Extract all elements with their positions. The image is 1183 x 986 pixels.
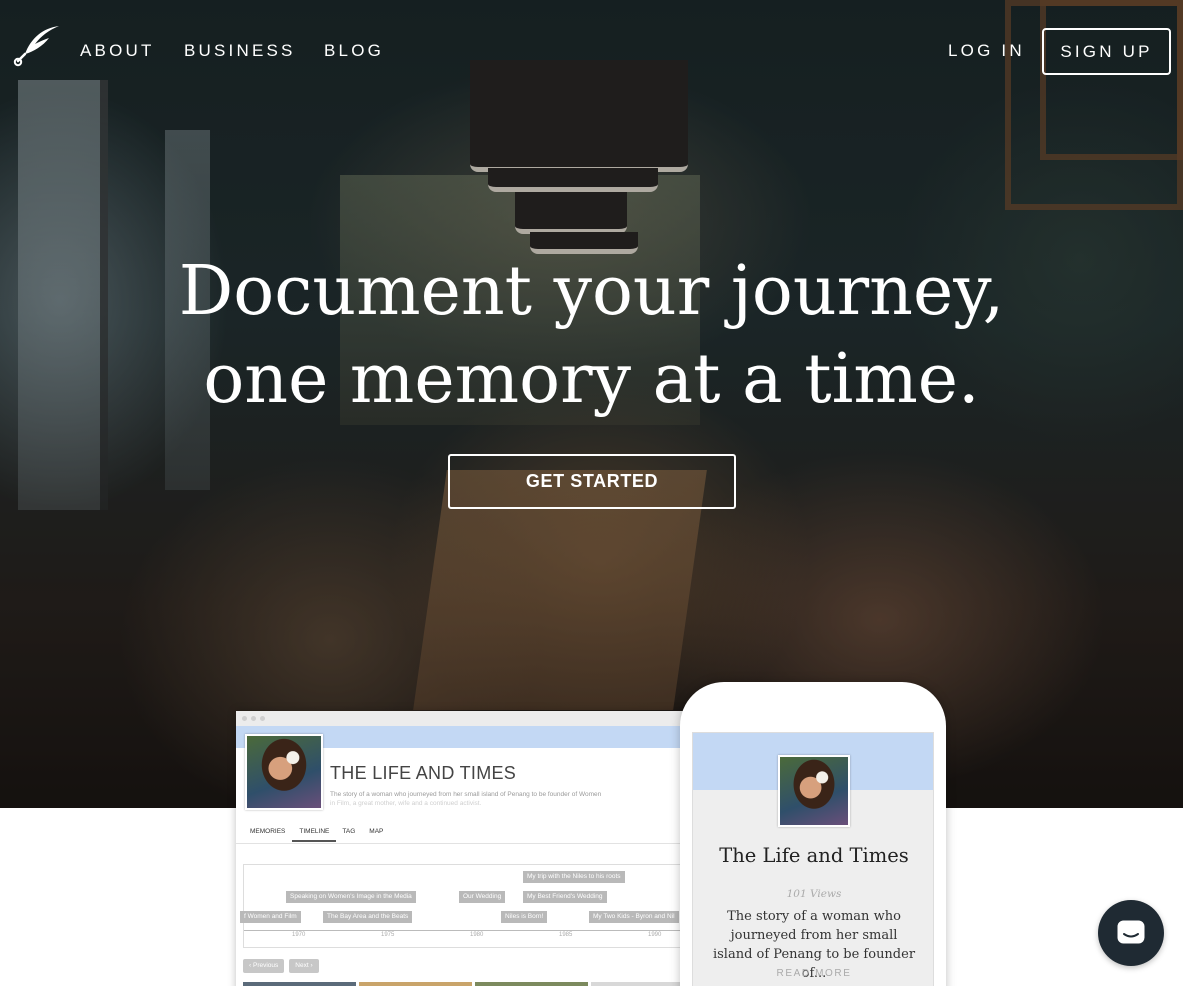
login-link[interactable]: LOG IN xyxy=(948,41,1025,61)
timeline-axis xyxy=(244,930,706,931)
tab-map[interactable]: MAP xyxy=(369,828,391,842)
feather-quill-icon[interactable] xyxy=(13,24,61,68)
memory-thumbnail[interactable] xyxy=(359,982,472,986)
tab-memories[interactable]: MEMORIES xyxy=(250,828,293,842)
nav-about-link[interactable]: ABOUT xyxy=(80,41,155,61)
get-started-button[interactable]: GET STARTED xyxy=(448,454,736,509)
tab-tag[interactable]: TAG xyxy=(342,828,363,842)
previous-label: Previous xyxy=(252,962,279,969)
window-dot xyxy=(260,716,265,721)
mobile-profile-avatar xyxy=(778,755,850,827)
window-dot xyxy=(251,716,256,721)
mobile-profile-title: The Life and Times xyxy=(719,844,909,867)
timeline-event[interactable]: My Two Kids - Byron and Nil xyxy=(589,911,679,923)
timeline-year: 1990 xyxy=(648,932,662,938)
mobile-view-count: 101 Views xyxy=(786,888,842,900)
previous-button[interactable]: ‹ Previous xyxy=(243,959,285,973)
memory-thumbnails xyxy=(243,982,704,986)
memory-thumbnail[interactable] xyxy=(475,982,588,986)
chat-launcher-button[interactable] xyxy=(1098,900,1164,966)
timeline-event[interactable]: My trip with the Niles to his roots xyxy=(523,871,625,883)
hero-headline: Document your journey, one memory at a t… xyxy=(0,248,1183,424)
mobile-preview: The Life and Times 101 Views The story o… xyxy=(680,682,946,986)
timeline-event[interactable]: Our Wedding xyxy=(459,891,506,903)
tabs-divider xyxy=(236,843,706,844)
profile-description-line-1: The story of a woman who journeyed from … xyxy=(330,791,602,798)
hero-headline-line-1: Document your journey, xyxy=(178,252,1005,331)
signup-button[interactable]: SIGN UP xyxy=(1042,28,1171,75)
read-more-link[interactable]: READ MORE xyxy=(693,968,935,979)
timeline-year: 1985 xyxy=(559,932,573,938)
timeline-pager: ‹ Previous Next › xyxy=(243,959,319,973)
memory-thumbnail[interactable] xyxy=(243,982,356,986)
timeline-chart: My trip with the Niles to his roots Spea… xyxy=(240,864,706,948)
nav-business-link[interactable]: BUSINESS xyxy=(184,41,296,61)
mobile-screen: The Life and Times 101 Views The story o… xyxy=(692,732,934,986)
profile-description-line-2: in Film, a great mother, wife and a cont… xyxy=(330,800,482,807)
window-dot xyxy=(242,716,247,721)
nav-blog-link[interactable]: BLOG xyxy=(324,41,384,61)
timeline-year: 1975 xyxy=(381,932,395,938)
timeline-event[interactable]: Speaking on Women's Image in the Media xyxy=(286,891,416,903)
tab-timeline[interactable]: TIMELINE xyxy=(292,828,337,842)
next-label: Next xyxy=(295,962,309,969)
desktop-preview: THE LIFE AND TIMES The story of a woman … xyxy=(236,711,706,986)
hero-headline-line-2: one memory at a time. xyxy=(203,340,980,419)
timeline-event[interactable]: Niles is Born! xyxy=(501,911,548,923)
timeline-event[interactable]: My Best Friend's Wedding xyxy=(523,891,607,903)
timeline-year: 1970 xyxy=(292,932,306,938)
profile-description: The story of a woman who journeyed from … xyxy=(330,790,610,808)
profile-avatar xyxy=(245,734,323,810)
chat-bubble-icon xyxy=(1117,920,1145,944)
timeline-year: 1980 xyxy=(470,932,484,938)
timeline-event[interactable]: f Women and Film xyxy=(240,911,301,923)
timeline-event[interactable]: The Bay Area and the Beats xyxy=(323,911,413,923)
profile-title: THE LIFE AND TIMES xyxy=(330,763,517,783)
next-button[interactable]: Next › xyxy=(289,959,319,973)
browser-chrome xyxy=(236,711,706,726)
profile-tabs: MEMORIES TIMELINE TAG MAP xyxy=(250,828,397,842)
